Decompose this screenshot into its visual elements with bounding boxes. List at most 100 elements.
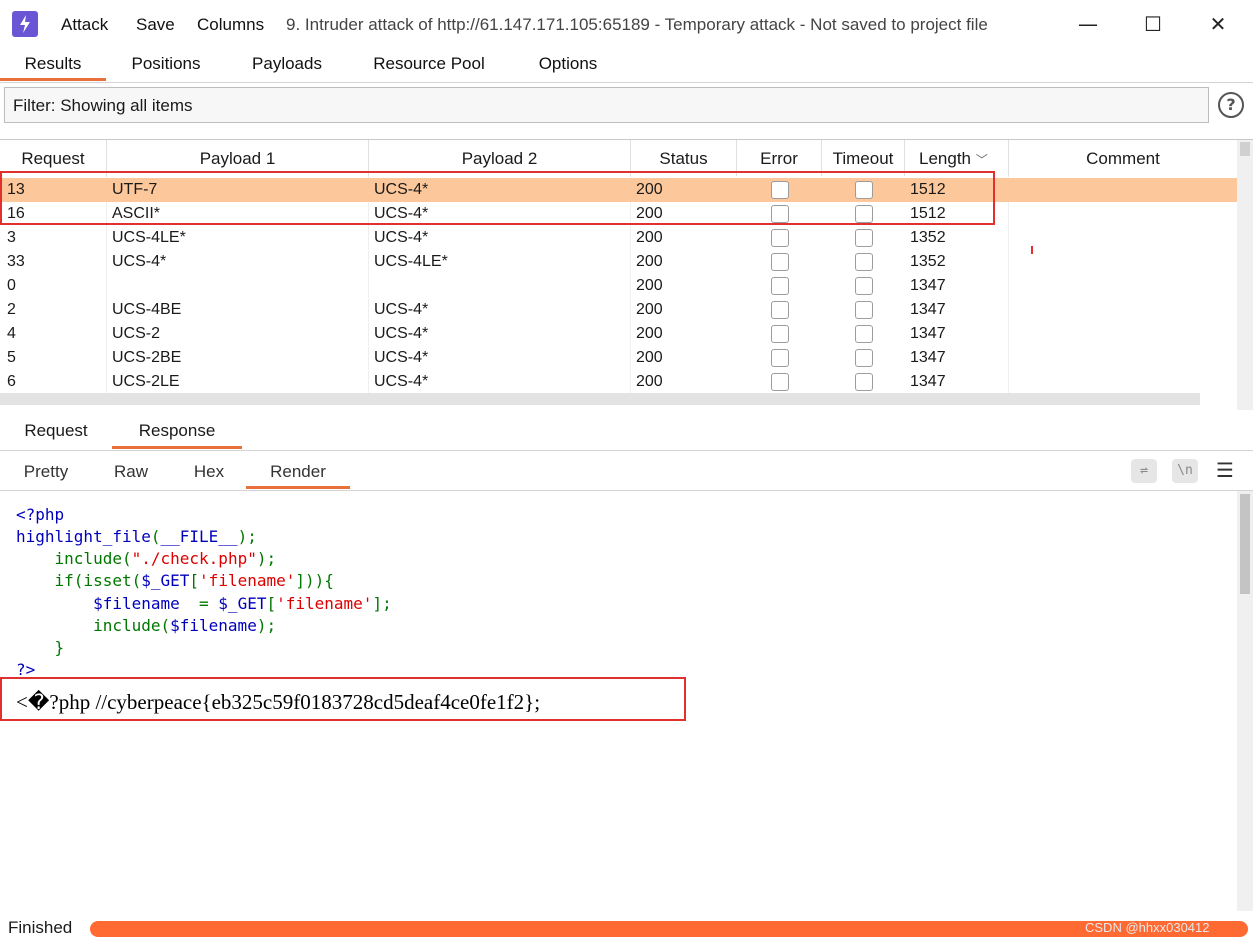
tab-pretty[interactable]: Pretty: [8, 452, 84, 489]
view-tabs: Pretty Raw Hex Render: [0, 452, 1253, 491]
cell-request: 2: [7, 301, 16, 318]
table-row[interactable]: 33 UCS-4* UCS-4LE* 200 1352: [0, 250, 1237, 274]
tab-raw[interactable]: Raw: [100, 452, 162, 489]
cell-payload-1: UCS-4*: [112, 253, 167, 270]
cell-request: 3: [7, 229, 16, 246]
code-token: "./check.php": [131, 549, 257, 568]
code-token: <?php: [16, 505, 65, 524]
progress-bar: [90, 921, 1248, 937]
filter-bar[interactable]: Filter: Showing all items: [4, 87, 1209, 123]
help-icon[interactable]: ?: [1218, 92, 1244, 118]
tab-request[interactable]: Request: [10, 412, 102, 449]
cell-request: 33: [7, 253, 25, 270]
cell-payload-2: UCS-4*: [374, 301, 429, 318]
wrap-lines-icon[interactable]: ⇌: [1131, 459, 1157, 483]
table-horizontal-scrollbar[interactable]: [0, 393, 1200, 405]
scrollbar-thumb[interactable]: [1240, 142, 1250, 156]
code-line: include("./check.php");: [16, 548, 277, 570]
table-vertical-scrollbar[interactable]: [1237, 140, 1253, 410]
code-token: ])){: [295, 571, 334, 590]
tab-payloads[interactable]: Payloads: [240, 48, 334, 81]
timeout-checkbox: [855, 349, 873, 367]
menu-save[interactable]: Save: [136, 0, 175, 48]
tab-results[interactable]: Results: [0, 48, 106, 81]
code-token: [: [189, 571, 200, 590]
code-token: 'filename': [276, 594, 373, 613]
cell-payload-2: UCS-4*: [374, 229, 429, 246]
error-checkbox: [771, 277, 789, 295]
tab-render[interactable]: Render: [246, 452, 350, 489]
cell-payload-1: UCS-2: [112, 325, 161, 342]
timeout-checkbox: [855, 373, 873, 391]
scrollbar-thumb[interactable]: [1240, 494, 1250, 594]
tab-options[interactable]: Options: [524, 48, 612, 81]
code-token: highlight_file: [16, 527, 151, 546]
table-row[interactable]: 4 UCS-2 UCS-4* 200 1347: [0, 322, 1237, 346]
code-token: $_GET: [218, 594, 267, 613]
code-line: include($filename);: [16, 615, 276, 637]
cell-payload-1: UCS-4LE*: [112, 229, 186, 246]
cell-payload-1: UCS-2BE: [112, 349, 182, 366]
show-newlines-icon[interactable]: \n: [1172, 459, 1198, 483]
menu-columns[interactable]: Columns: [197, 0, 264, 48]
table-row[interactable]: 3 UCS-4LE* UCS-4* 200 1352: [0, 226, 1237, 250]
code-token: include: [16, 549, 122, 568]
cell-status: 200: [636, 349, 663, 366]
menu-attack[interactable]: Attack: [61, 0, 108, 48]
error-checkbox: [771, 373, 789, 391]
maximize-button[interactable]: ☐: [1123, 0, 1183, 48]
code-token: 'filename': [199, 571, 296, 590]
code-token: }: [16, 638, 65, 657]
cell-payload-2: UCS-4LE*: [374, 253, 448, 270]
code-token: include(: [16, 616, 171, 635]
watermark: CSDN @hhxx030412: [1085, 920, 1210, 935]
cell-payload-1: UCS-2LE: [112, 373, 180, 390]
table-row[interactable]: 2 UCS-4BE UCS-4* 200 1347: [0, 298, 1237, 322]
cell-request: 6: [7, 373, 16, 390]
request-response-tabs: Request Response: [0, 412, 1253, 451]
cell-request: 5: [7, 349, 16, 366]
main-tabs: Results Positions Payloads Resource Pool…: [0, 48, 1253, 83]
timeout-checkbox: [855, 229, 873, 247]
code-token: );: [256, 549, 277, 568]
tab-hex[interactable]: Hex: [178, 452, 240, 489]
status-text: Finished: [8, 918, 73, 937]
table-row[interactable]: 6 UCS-2LE UCS-4* 200 1347: [0, 370, 1237, 394]
cell-status: 200: [636, 373, 663, 390]
table-row[interactable]: 0 200 1347: [0, 274, 1237, 298]
cell-status: 200: [636, 277, 663, 294]
code-token: $_GET: [141, 571, 190, 590]
red-marker: [1031, 246, 1033, 254]
error-checkbox: [771, 229, 789, 247]
code-token: $filename: [16, 594, 180, 613]
code-token: );: [256, 616, 277, 635]
cell-length: 1347: [910, 277, 946, 294]
error-checkbox: [771, 301, 789, 319]
error-checkbox: [771, 349, 789, 367]
code-token: (: [150, 527, 161, 546]
cell-status: 200: [636, 301, 663, 318]
tab-response[interactable]: Response: [112, 412, 242, 449]
tab-positions[interactable]: Positions: [118, 48, 214, 81]
code-token: =: [179, 594, 219, 613]
close-button[interactable]: ✕: [1188, 0, 1248, 48]
cell-length: 1347: [910, 301, 946, 318]
code-line: }: [16, 637, 65, 659]
cell-payload-2: UCS-4*: [374, 373, 429, 390]
window-title: 9. Intruder attack of http://61.147.171.…: [286, 15, 988, 34]
column-header-comment[interactable]: Comment: [1009, 140, 1237, 176]
tab-resource-pool[interactable]: Resource Pool: [360, 48, 498, 81]
minimize-button[interactable]: —: [1058, 0, 1118, 48]
code-line: <?php: [16, 504, 64, 526]
code-line: highlight_file(__FILE__);: [16, 526, 257, 548]
table-row[interactable]: 5 UCS-2BE UCS-4* 200 1347: [0, 346, 1237, 370]
cell-length: 1347: [910, 373, 946, 390]
cell-status: 200: [636, 253, 663, 270]
code-token: $filename: [170, 616, 257, 635]
cell-request: 4: [7, 325, 16, 342]
code-token: __FILE__: [160, 527, 238, 546]
cell-status: 200: [636, 229, 663, 246]
cell-request: 0: [7, 277, 16, 294]
menu-icon[interactable]: ☰: [1216, 460, 1236, 480]
code-token: (: [121, 549, 132, 568]
